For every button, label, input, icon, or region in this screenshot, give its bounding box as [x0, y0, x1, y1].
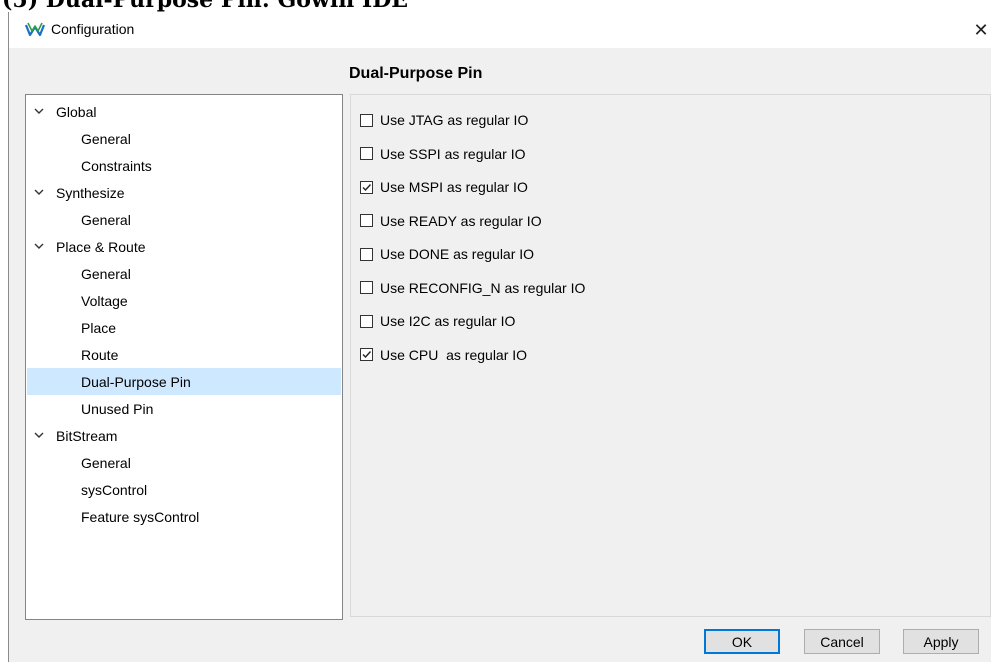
tree-item-label: General [81, 211, 131, 228]
checkmark-icon [362, 183, 372, 191]
tree-item[interactable]: Dual-Purpose Pin [27, 368, 341, 395]
tree-item-label: General [81, 130, 131, 147]
option-checkbox[interactable] [360, 281, 373, 294]
tree-item-label: Dual-Purpose Pin [81, 373, 191, 390]
tree-item-label: Route [81, 346, 119, 363]
tree-item-label: General [81, 454, 131, 471]
tree-item[interactable]: Feature sysControl [27, 503, 341, 530]
option-row[interactable]: Use RECONFIG_N as regular IO [360, 278, 585, 298]
option-checkbox[interactable] [360, 180, 373, 194]
tree-item[interactable]: Route [27, 341, 341, 368]
option-label: Use I2C as regular IO [380, 313, 516, 329]
chevron-down-icon[interactable] [33, 428, 45, 440]
option-checkbox[interactable] [360, 113, 373, 127]
option-checkbox[interactable] [360, 314, 373, 328]
chevron-down-icon[interactable] [33, 239, 45, 251]
tree-item[interactable]: General [27, 260, 341, 287]
option-row[interactable]: Use DONE as regular IO [360, 244, 534, 264]
ok-button[interactable]: OK [704, 629, 780, 654]
close-icon[interactable]: ✕ [970, 12, 991, 48]
option-row[interactable]: Use I2C as regular IO [360, 311, 515, 331]
chevron-down-icon[interactable] [33, 185, 45, 197]
gowin-logo-icon [24, 20, 46, 40]
option-label: Use MSPI as regular IO [380, 179, 528, 195]
checkmark-icon [362, 351, 372, 359]
option-row[interactable]: Use JTAG as regular IO [360, 110, 528, 130]
option-label: Use DONE as regular IO [380, 246, 535, 262]
tree-item-label: Place & Route [56, 238, 146, 255]
configuration-dialog: Configuration ✕ Dual-Purpose Pin Global G… [8, 12, 991, 662]
tree-item-label: Synthesize [56, 184, 125, 201]
tree-item-label: Place [81, 319, 117, 336]
option-row[interactable]: Use SSPI as regular IO [360, 144, 526, 164]
option-label: Use CPU as regular IO [380, 346, 528, 363]
tree-item-label: Unused Pin [81, 400, 154, 417]
page-title: Dual-Purpose Pin [349, 65, 483, 82]
tree-item[interactable]: General [27, 206, 341, 233]
tree-item-label: sysControl [81, 481, 148, 498]
tree-item[interactable]: Constraints [27, 152, 341, 179]
option-label: Use JTAG as regular IO [380, 112, 529, 128]
option-row[interactable]: Use READY as regular IO [360, 211, 542, 231]
option-label: Use READY as regular IO [380, 212, 542, 229]
title-bar: Configuration ✕ [9, 12, 991, 48]
cancel-button[interactable]: Cancel [804, 629, 880, 654]
option-checkbox[interactable] [360, 214, 373, 227]
tree-item-label: Voltage [81, 292, 128, 309]
tree-item-label: Feature sysControl [81, 508, 200, 525]
tree-item[interactable]: BitStream [27, 422, 341, 449]
option-row[interactable]: Use CPU as regular IO [360, 345, 527, 365]
option-row[interactable]: Use MSPI as regular IO [360, 177, 528, 197]
cropped-heading-text: (5) Dual-Purpose Pin: Gowin IDE [2, 0, 408, 12]
tree-item[interactable]: Global [27, 98, 341, 125]
tree-item-label: BitStream [56, 427, 118, 444]
tree-item-label: Constraints [81, 157, 152, 174]
option-label: Use RECONFIG_N as regular IO [380, 279, 586, 296]
option-checkbox[interactable] [360, 247, 373, 261]
tree-item[interactable]: General [27, 125, 341, 152]
tree-item[interactable]: Synthesize [27, 179, 341, 206]
tree-item-label: General [81, 265, 131, 282]
apply-button[interactable]: Apply [903, 629, 979, 654]
cropped-document-heading: (5) Dual-Purpose Pin: Gowin IDE [0, 0, 991, 12]
option-label: Use SSPI as regular IO [380, 145, 526, 162]
chevron-down-icon[interactable] [33, 104, 45, 116]
window-title: Configuration [51, 21, 135, 37]
tree-item[interactable]: General [27, 449, 341, 476]
option-checkbox[interactable] [360, 147, 373, 160]
tree-item[interactable]: Place [27, 314, 341, 341]
tree-item[interactable]: sysControl [27, 476, 341, 503]
tree-item[interactable]: Unused Pin [27, 395, 341, 422]
tree-item[interactable]: Voltage [27, 287, 341, 314]
tree-item-label: Global [56, 103, 97, 120]
settings-tree: Global General Constraints Synthesize Genera… [25, 94, 343, 620]
options-panel: Use JTAG as regular IO Use SSPI as regula… [350, 94, 991, 617]
tree-item[interactable]: Place & Route [27, 233, 341, 260]
option-checkbox[interactable] [360, 348, 373, 361]
